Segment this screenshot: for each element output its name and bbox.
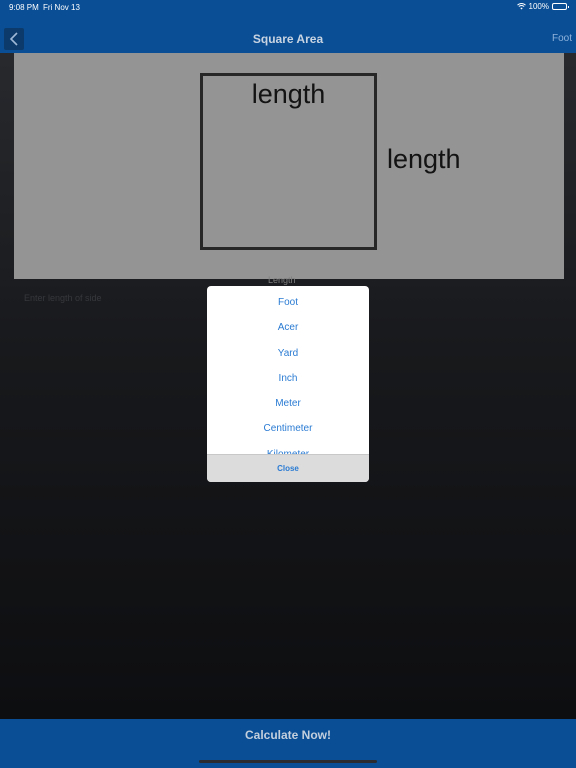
page-title: Square Area [252,32,324,46]
unit-picker: Foot Acer Yard Inch Meter Centimeter Kil… [207,286,369,482]
unit-option-list[interactable]: Foot Acer Yard Inch Meter Centimeter Kil… [207,290,369,454]
unit-option-yard[interactable]: Yard [207,341,369,366]
battery-icon [552,3,569,10]
battery-percentage: 100% [528,2,549,11]
unit-option-meter[interactable]: Meter [207,391,369,416]
unit-option-foot[interactable]: Foot [207,290,369,315]
navigation-bar: Square Area Foot [0,24,576,53]
status-date: Fri Nov 13 [43,3,80,12]
picker-close-button[interactable]: Close [207,454,369,482]
status-indicators: 100% [516,2,569,11]
calculate-now-button[interactable]: Calculate Now! [245,728,331,742]
unit-option-centimeter[interactable]: Centimeter [207,416,369,441]
unit-option-inch[interactable]: Inch [207,366,369,391]
app-header: 9:08 PM Fri Nov 13 100% Square Area Foot [0,0,576,53]
unit-select-button[interactable]: Foot [552,33,572,44]
unit-option-kilometer[interactable]: Kilometer [207,442,369,454]
home-indicator [199,760,377,763]
status-time: 9:08 PM [9,3,39,12]
wifi-icon [516,3,526,10]
unit-option-acer[interactable]: Acer [207,315,369,340]
status-bar: 9:08 PM Fri Nov 13 100% [0,0,576,14]
